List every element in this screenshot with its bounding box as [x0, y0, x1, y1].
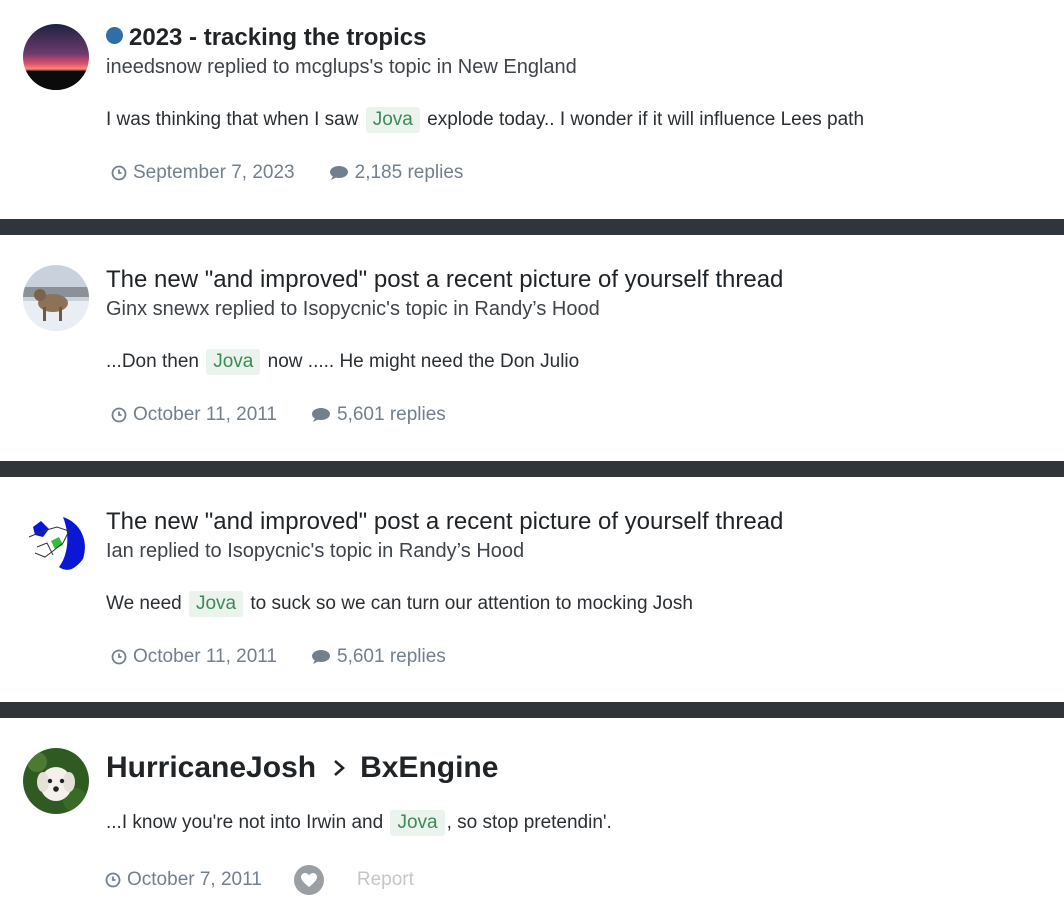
- result-snippet: ...I know you're not into Irwin and Jova…: [106, 810, 612, 836]
- search-highlight: Jova: [206, 349, 261, 375]
- result-meta: Ian replied to Isopycnic's topic in Rand…: [106, 540, 525, 562]
- clock-icon: [111, 165, 127, 181]
- result-stats: October 11, 2011 5,601 replies: [111, 646, 446, 668]
- search-highlight: Jova: [390, 810, 445, 836]
- unread-indicator-icon: [106, 27, 123, 44]
- to-user-link[interactable]: BxEngine: [360, 751, 498, 785]
- search-result-card: HurricaneJosh BxEngine ...I know you're …: [0, 718, 1064, 922]
- from-user-link[interactable]: HurricaneJosh: [106, 751, 316, 785]
- result-stats: October 7, 2011 Report: [105, 865, 414, 895]
- search-result-card: The new "and improved" post a recent pic…: [0, 477, 1064, 702]
- post-date[interactable]: September 7, 2023: [111, 162, 295, 184]
- react-button[interactable]: [293, 865, 324, 895]
- avatar[interactable]: [23, 265, 89, 331]
- result-meta: ineedsnow replied to mcglups's topic in …: [106, 56, 577, 78]
- comment-icon: [312, 650, 331, 664]
- status-breadcrumb: HurricaneJosh BxEngine: [106, 751, 498, 785]
- reply-count: 2,185 replies: [329, 162, 463, 184]
- post-date[interactable]: October 11, 2011: [111, 404, 277, 426]
- search-highlight: Jova: [365, 107, 420, 133]
- result-snippet: ...Don then Jova now ..... He might need…: [106, 349, 579, 375]
- clock-icon: [105, 872, 121, 888]
- topic-title-link[interactable]: The new "and improved" post a recent pic…: [106, 508, 783, 536]
- result-snippet: We need Jova to suck so we can turn our …: [106, 591, 693, 617]
- heart-icon: [300, 873, 317, 887]
- search-result-card: The new "and improved" post a recent pic…: [0, 235, 1064, 461]
- topic-title-link[interactable]: 2023 - tracking the tropics: [106, 24, 426, 52]
- search-result-card: 2023 - tracking the tropics ineedsnow re…: [0, 0, 1064, 219]
- chevron-right-icon: [332, 758, 346, 778]
- result-stats: September 7, 2023 2,185 replies: [111, 162, 463, 184]
- clock-icon: [111, 407, 127, 423]
- clock-icon: [111, 649, 127, 665]
- reply-count: 5,601 replies: [311, 404, 446, 426]
- reply-count: 5,601 replies: [311, 646, 446, 668]
- avatar[interactable]: [23, 507, 89, 573]
- comment-icon: [329, 166, 348, 180]
- result-stats: October 11, 2011 5,601 replies: [111, 404, 446, 426]
- result-meta: Ginx snewx replied to Isopycnic's topic …: [106, 298, 600, 320]
- post-date[interactable]: October 7, 2011: [105, 869, 262, 891]
- result-snippet: I was thinking that when I saw Jova expl…: [106, 107, 864, 133]
- report-link[interactable]: Report: [357, 869, 414, 891]
- search-highlight: Jova: [188, 591, 244, 617]
- avatar[interactable]: [23, 748, 89, 814]
- topic-title-link[interactable]: The new "and improved" post a recent pic…: [106, 266, 783, 294]
- post-date[interactable]: October 11, 2011: [111, 646, 277, 668]
- comment-icon: [312, 408, 331, 422]
- avatar[interactable]: [23, 24, 89, 90]
